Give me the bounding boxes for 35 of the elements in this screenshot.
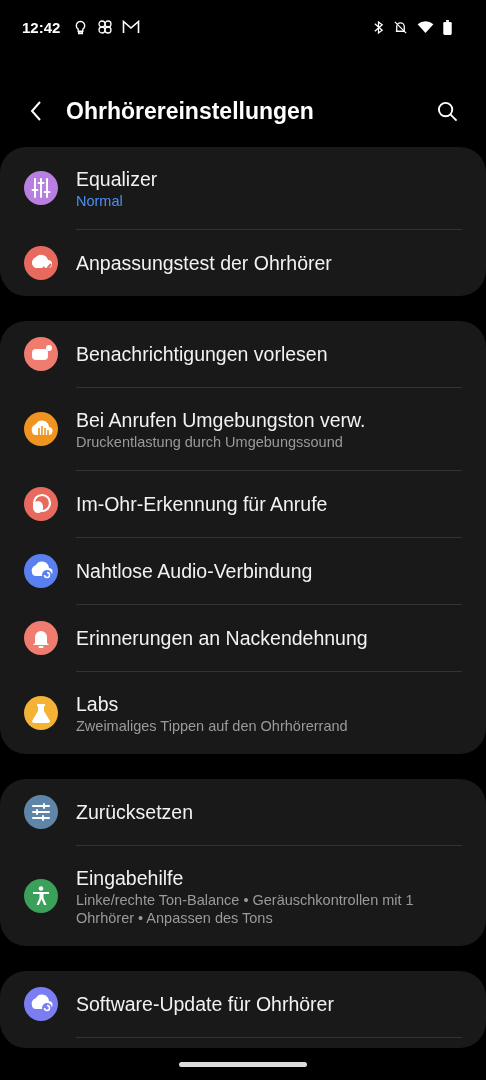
settings-item[interactable]: Equalizer Normal [24,147,462,229]
item-title: Bei Anrufen Umgebungston verw. [76,407,366,432]
item-title: Anpassungstest der Ohrhörer [76,251,332,275]
item-subtitle: Zweimaliges Tippen auf den Ohrhörerrand [76,716,348,735]
item-title: Erinnerungen an Nackendehnung [76,626,368,650]
item-title: Im-Ohr-Erkennung für Anrufe [76,492,328,516]
item-title: Benachrichtigungen vorlesen [76,342,328,366]
mail-icon [122,20,141,34]
back-icon[interactable] [30,101,42,121]
search-icon[interactable] [437,100,458,122]
item-title: Labs [76,691,120,716]
item-subtitle: Normal [76,191,124,210]
item-title: Software-Update für Ohrhörer [76,992,334,1016]
page-title: Ohrhörereinstellungen [66,97,315,125]
settings-item[interactable]: Labs Zweimaliges Tippen auf den Ohrhörerrand [24,672,462,754]
mute-icon [393,19,408,35]
settings-item[interactable]: Benachrichtigungen vorlesen [24,321,462,387]
battery-icon [443,19,452,35]
item-title: Nahtlose Audio-Verbindung [76,559,313,583]
settings-item[interactable]: Zurücksetzen [24,779,462,845]
settings-item[interactable]: Erinnerungen an Nackendehnung [24,605,462,671]
item-title: Equalizer [76,166,158,191]
settings-item[interactable]: Nahtlose Audio-Verbindung [24,538,462,604]
settings-item[interactable]: Anpassungstest der Ohrhörer [24,230,462,296]
settings-item[interactable]: Bei Anrufen Umgebungston verw. Druckentlastung durch Umgebungssound [24,388,462,470]
item-subtitle: Druckentlastung durch Umgebungssound [76,432,344,451]
settings-item[interactable]: Eingabehilfe Linke/rechte Ton-Balance • Geräuschkontrollen mit 1 Ohrhörer • Anpassen des Tons [24,846,462,946]
settings-item[interactable]: Software-Update für Ohrhörer [24,971,462,1037]
bluetooth-icon [373,19,384,35]
settings-item[interactable]: Im-Ohr-Erkennung für Anrufe [24,471,462,537]
status-time: 12:42 [22,18,61,36]
item-title: Zurücksetzen [76,800,194,824]
item-subtitle: Linke/rechte Ton-Balance • Geräuschkontrollen mit 1 Ohrhörer • Anpassen des Tons [76,890,415,927]
item-title: Eingabehilfe [76,865,185,890]
wifi-icon [417,20,434,34]
